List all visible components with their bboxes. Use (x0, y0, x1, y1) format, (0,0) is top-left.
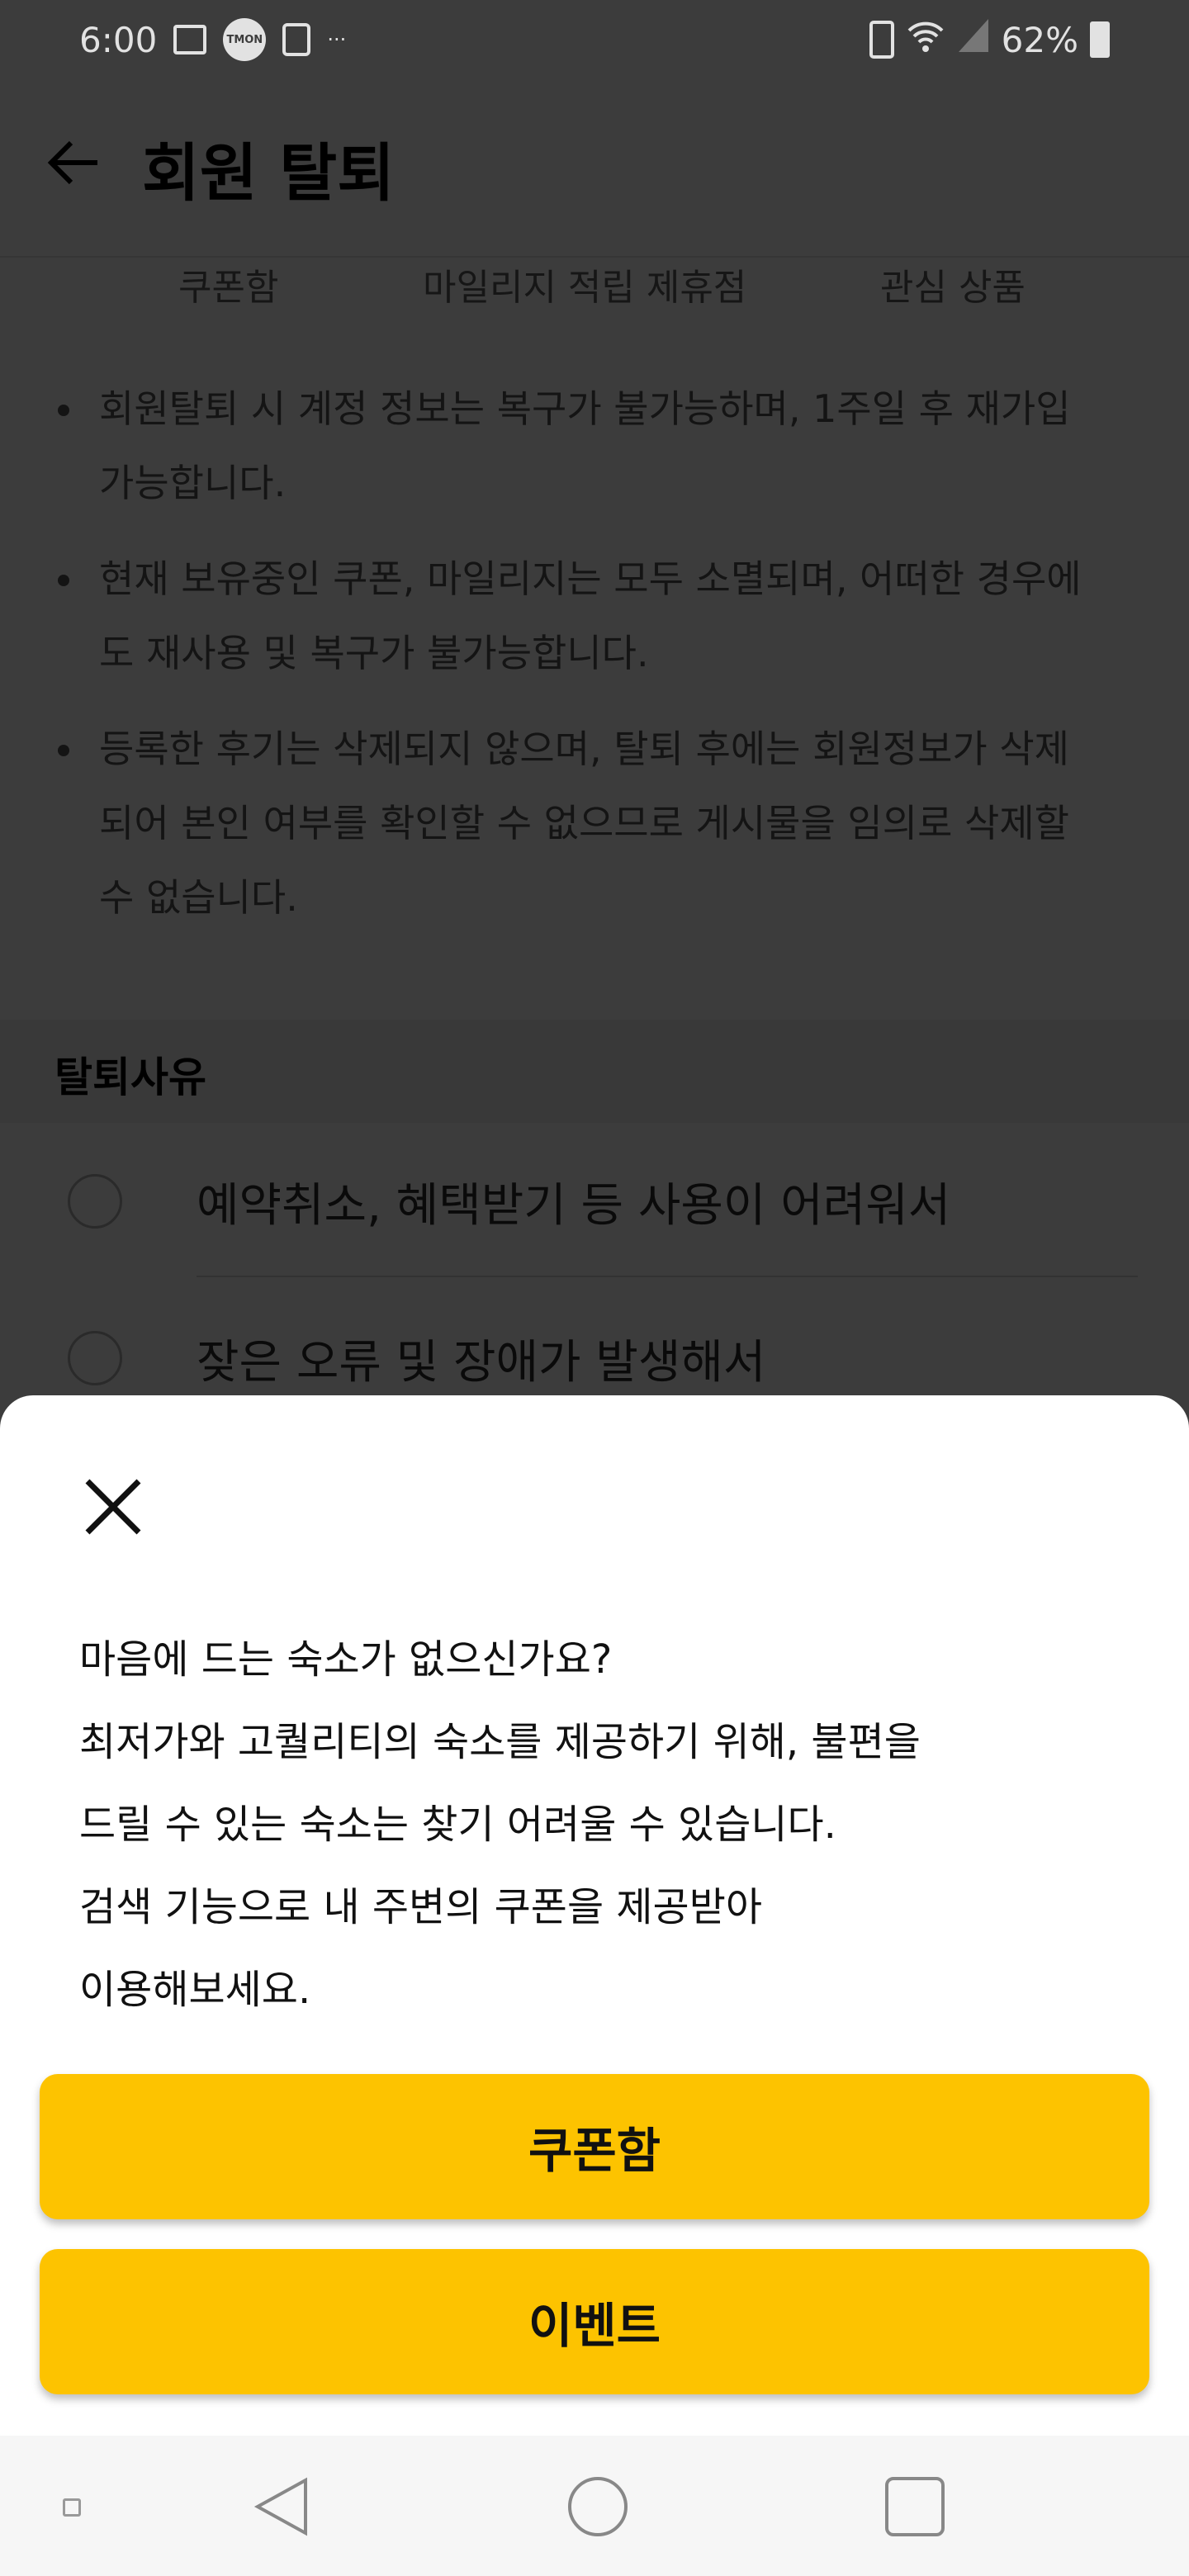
app-header: 회원 탈퇴 (0, 79, 1189, 256)
system-nav-bar (0, 2436, 1189, 2576)
tab-wishlist[interactable]: 관심 상품 (880, 258, 1026, 310)
triangle-back-icon (253, 2477, 307, 2536)
message-line: 최저가와 고퀄리티의 숙소를 제공하기 위해, 불편을 (79, 1719, 921, 1765)
screen-rotate-icon (282, 23, 311, 56)
message-line: 이용해보세요. (79, 1967, 311, 2013)
clock: 6:00 (79, 19, 158, 60)
nav-recents-button[interactable] (885, 2477, 945, 2536)
tab-coupon[interactable]: 쿠폰함 (178, 258, 278, 310)
message-line: 검색 기능으로 내 주변의 쿠폰을 제공받아 (79, 1884, 763, 1930)
signal-icon (957, 17, 990, 62)
tab-mileage-partners[interactable]: 마일리지 적립 제휴점 (423, 258, 746, 310)
notice-item: 회원탈퇴 시 계정 정보는 복구가 불가능하며, 1주일 후 재가입 가능합니다… (58, 372, 1090, 520)
nav-home-button[interactable] (568, 2477, 628, 2536)
divider (197, 1276, 1138, 1277)
sheet-message: 마음에 드는 숙소가 없으신가요? 최저가와 고퀄리티의 숙소를 제공하기 위해… (79, 1618, 921, 2031)
reason-label: 잦은 오류 및 장애가 발생해서 (197, 1335, 766, 1390)
battery-percent: 62% (1001, 19, 1078, 60)
status-bar: 6:00 TMON ··· 62% (0, 0, 1189, 79)
back-button[interactable] (46, 134, 101, 201)
event-button[interactable]: 이벤트 (40, 2249, 1149, 2394)
nav-dot-icon[interactable] (63, 2498, 81, 2517)
nav-back-button[interactable] (253, 2477, 310, 2540)
bottom-sheet: 마음에 드는 숙소가 없으신가요? 최저가와 고퀄리티의 숙소를 제공하기 위해… (0, 1395, 1189, 2436)
wifi-icon (906, 17, 945, 62)
reason-option[interactable]: 예약취소, 혜택받기 등 사용이 어려워서 (0, 1123, 1189, 1280)
battery-icon (1090, 21, 1110, 58)
shortcut-tabs: 쿠폰함 마일리지 적립 제휴점 관심 상품 (0, 256, 1189, 309)
radio-button[interactable] (68, 1174, 122, 1229)
vibrate-icon (869, 21, 894, 59)
reason-section-title: 탈퇴사유 (0, 1020, 1189, 1123)
notice-item: 등록한 후기는 삭제되지 않으며, 탈퇴 후에는 회원정보가 삭제되어 본인 여… (58, 712, 1090, 935)
notice-item: 현재 보유중인 쿠폰, 마일리지는 모두 소멸되며, 어떠한 경우에도 재사용 … (58, 542, 1090, 690)
close-icon (85, 1479, 141, 1535)
message-line: 마음에 드는 숙소가 없으신가요? (79, 1636, 613, 1683)
radio-button[interactable] (68, 1331, 122, 1385)
coupon-box-button[interactable]: 쿠폰함 (40, 2074, 1149, 2219)
more-notifications-icon: ··· (327, 28, 347, 51)
page-title: 회원 탈퇴 (142, 136, 396, 210)
message-line: 드릴 수 있는 숙소는 찾기 어려울 수 있습니다. (79, 1802, 836, 1848)
gallery-icon (173, 25, 207, 54)
notice-list: 회원탈퇴 시 계정 정보는 복구가 불가능하며, 1주일 후 재가입 가능합니다… (58, 372, 1090, 956)
close-button[interactable] (76, 1470, 150, 1544)
tmon-notification-icon: TMON (223, 18, 267, 61)
arrow-left-icon (47, 140, 97, 185)
reason-label: 예약취소, 혜택받기 등 사용이 어려워서 (197, 1178, 951, 1233)
